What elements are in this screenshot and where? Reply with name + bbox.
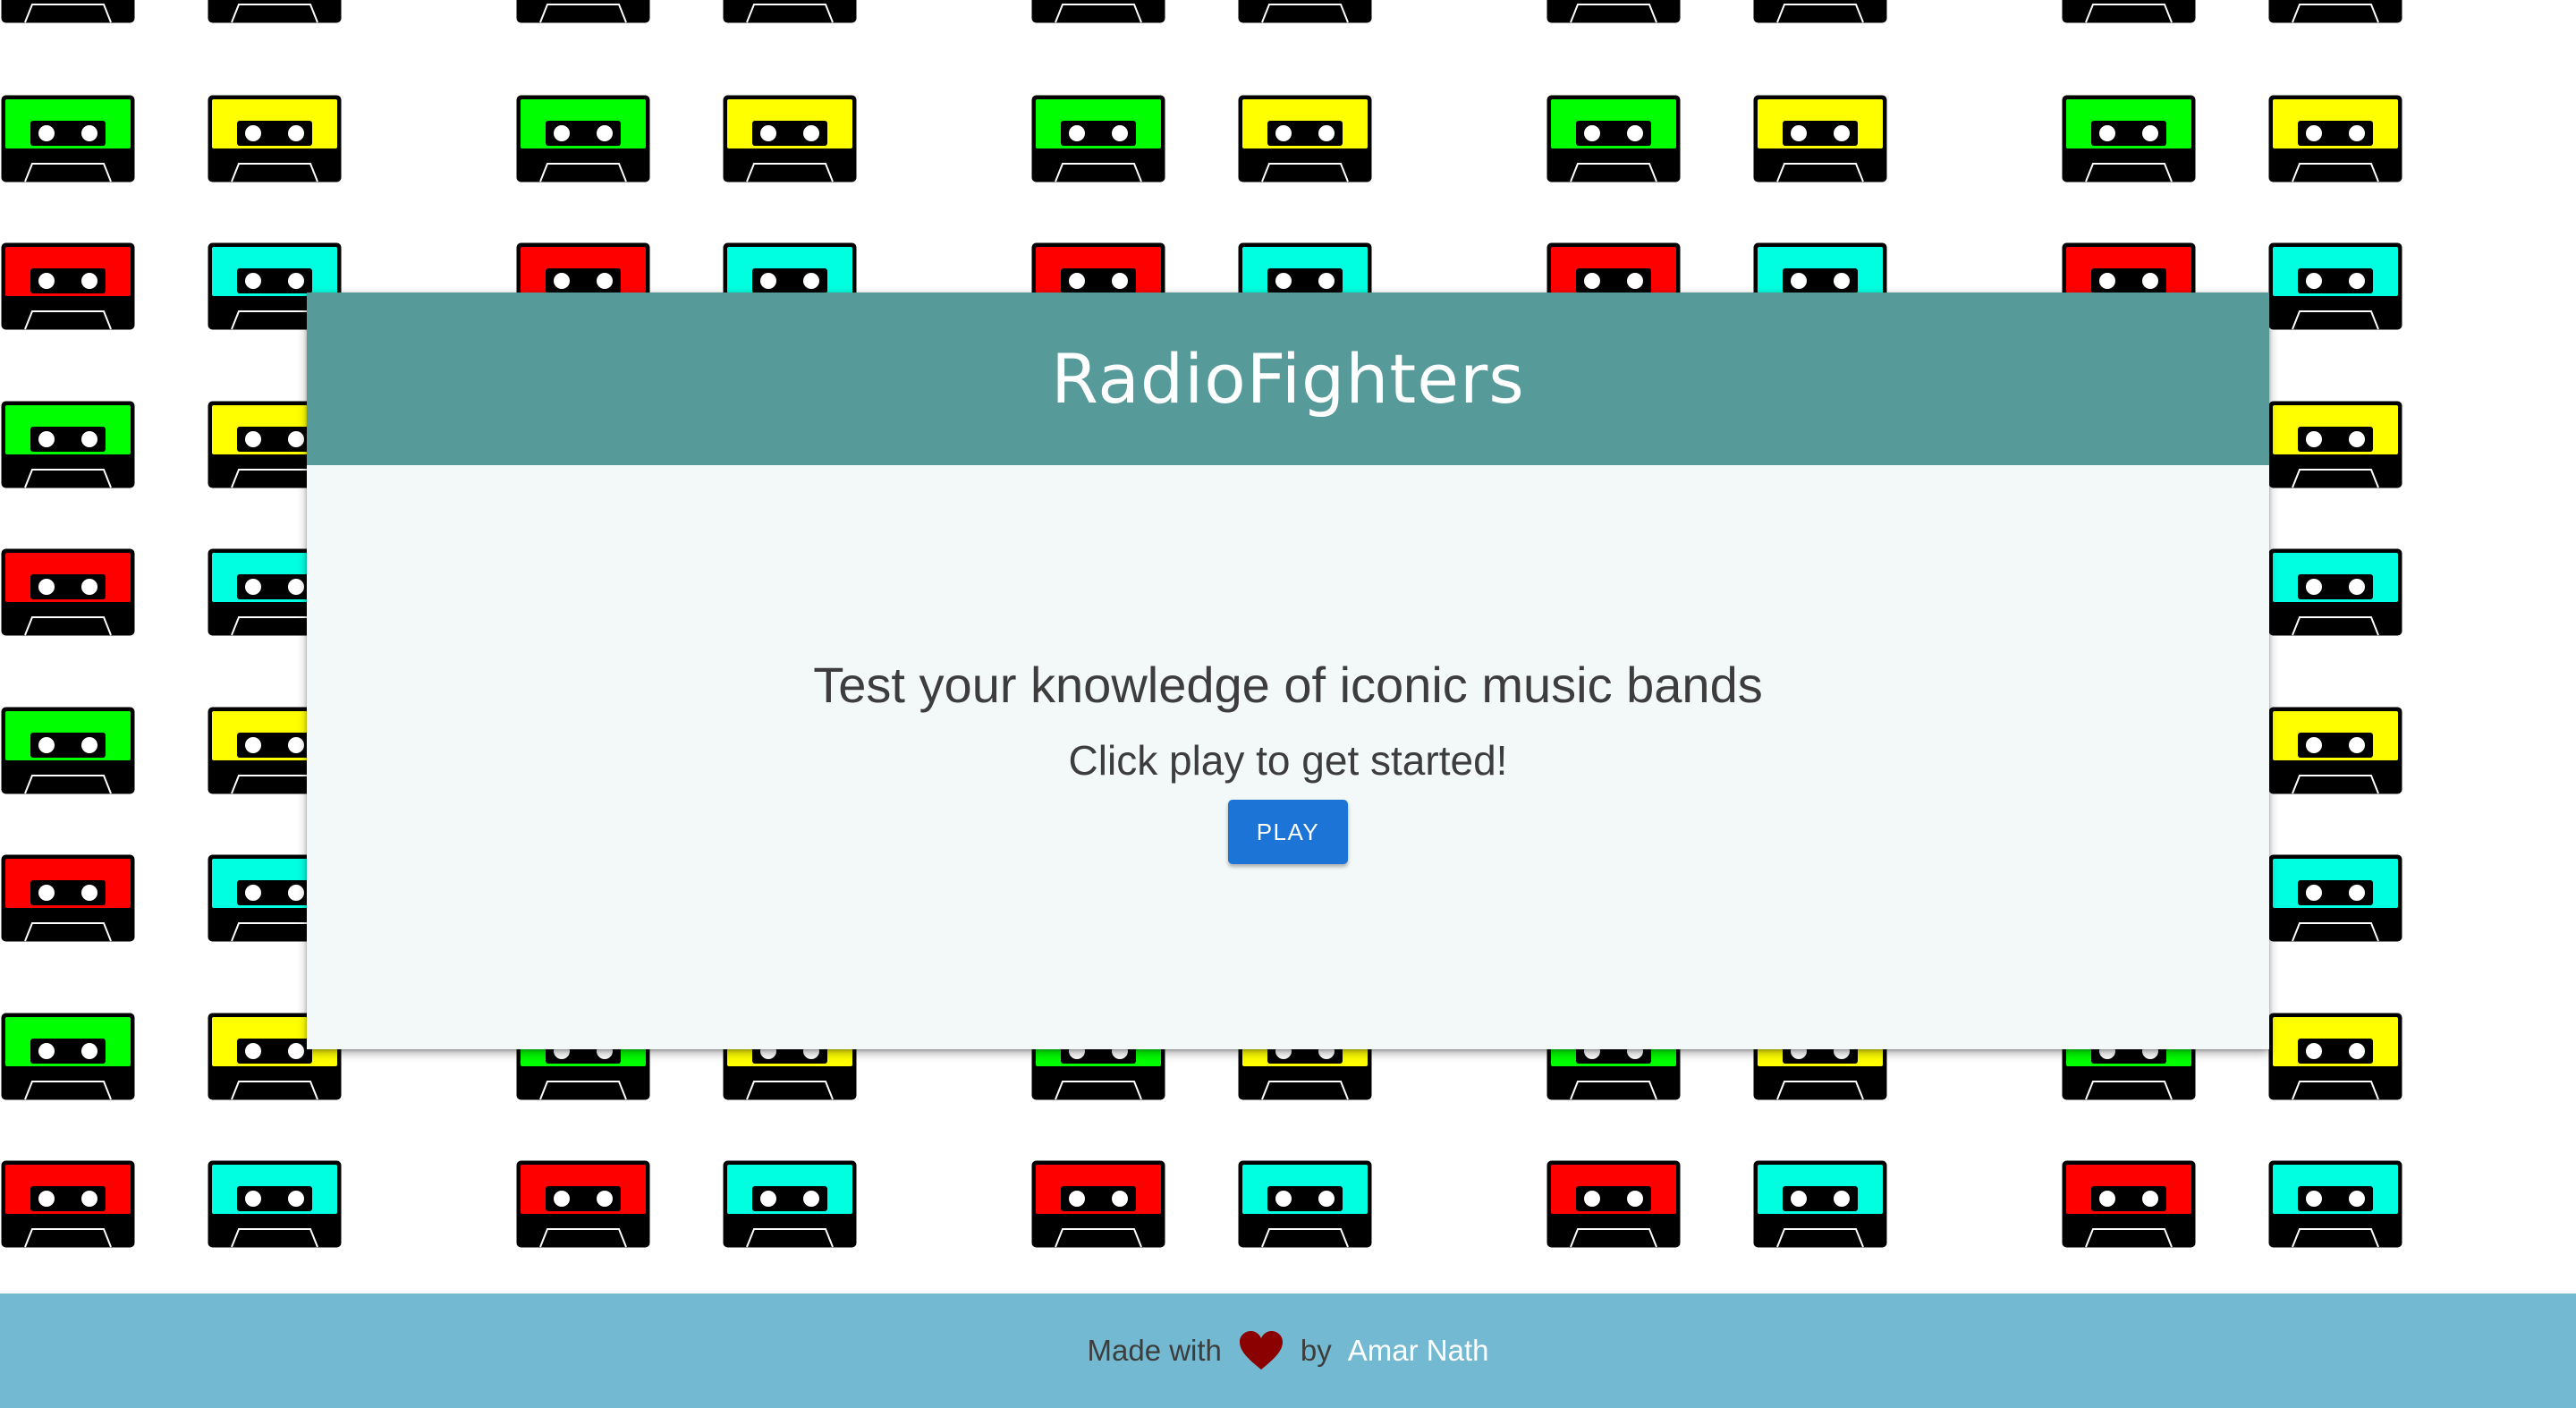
cassette-tape-icon	[1546, 0, 1682, 24]
cassette-tape-icon	[1237, 1159, 1373, 1249]
cassette-tape-icon	[1752, 94, 1888, 183]
cassette-tape-icon	[2267, 706, 2403, 795]
page: RadioFighters Test your knowledge of ico…	[0, 0, 2576, 1408]
cassette-tape-icon	[722, 94, 858, 183]
cassette-tape-icon	[2061, 1159, 2197, 1249]
cassette-tape-icon	[1030, 1159, 1166, 1249]
cassette-tape-icon	[0, 400, 136, 489]
cassette-tape-icon	[2267, 400, 2403, 489]
cassette-tape-icon	[1752, 1159, 1888, 1249]
cassette-tape-icon	[1546, 94, 1682, 183]
cassette-tape-icon	[1237, 0, 1373, 24]
cassette-tape-icon	[1546, 1159, 1682, 1249]
cassette-tape-icon	[2061, 94, 2197, 183]
footer-by: by	[1300, 1334, 1332, 1367]
cassette-tape-icon	[2267, 853, 2403, 943]
cassette-tape-icon	[0, 94, 136, 183]
cassette-tape-icon	[515, 0, 651, 24]
heart-icon	[1238, 1330, 1284, 1371]
play-button[interactable]: PLAY	[1228, 800, 1348, 864]
footer-made-with: Made with	[1087, 1334, 1222, 1367]
cassette-tape-icon	[1237, 94, 1373, 183]
cassette-tape-icon	[0, 242, 136, 331]
cassette-tape-icon	[1030, 0, 1166, 24]
tagline: Test your knowledge of iconic music band…	[813, 657, 1763, 713]
cassette-tape-icon	[515, 94, 651, 183]
card-header: RadioFighters	[307, 293, 2269, 465]
cassette-tape-icon	[2061, 0, 2197, 24]
cassette-tape-icon	[207, 1159, 343, 1249]
cassette-tape-icon	[207, 0, 343, 24]
cassette-tape-icon	[1752, 0, 1888, 24]
cassette-tape-icon	[2267, 547, 2403, 637]
cassette-tape-icon	[0, 853, 136, 943]
cassette-tape-icon	[2267, 242, 2403, 331]
author-link[interactable]: Amar Nath	[1348, 1334, 1489, 1368]
cassette-tape-icon	[0, 547, 136, 637]
cassette-tape-icon	[722, 0, 858, 24]
cassette-tape-icon	[2267, 1012, 2403, 1101]
cassette-tape-icon	[722, 1159, 858, 1249]
cassette-tape-icon	[207, 94, 343, 183]
card-body: Test your knowledge of iconic music band…	[307, 465, 2269, 1049]
cassette-tape-icon	[0, 1159, 136, 1249]
main-card: RadioFighters Test your knowledge of ico…	[307, 293, 2269, 1049]
cassette-tape-icon	[1030, 94, 1166, 183]
footer: Made with by Amar Nath	[0, 1293, 2576, 1408]
cassette-tape-icon	[515, 1159, 651, 1249]
cassette-tape-icon	[0, 706, 136, 795]
cassette-tape-icon	[2267, 94, 2403, 183]
cassette-tape-icon	[2267, 0, 2403, 24]
app-title: RadioFighters	[1051, 339, 1525, 419]
cassette-tape-icon	[0, 0, 136, 24]
subtitle: Click play to get started!	[1068, 737, 1508, 784]
cassette-tape-icon	[2267, 1159, 2403, 1249]
cassette-tape-icon	[0, 1012, 136, 1101]
